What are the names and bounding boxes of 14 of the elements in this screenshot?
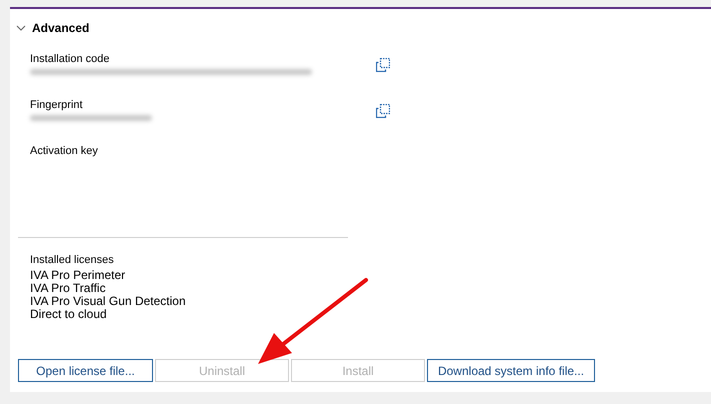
license-item: IVA Pro Traffic (30, 282, 106, 295)
section-title[interactable]: Advanced (32, 19, 90, 37)
license-item: IVA Pro Visual Gun Detection (30, 295, 186, 308)
action-button[interactable]: Download system info file... (427, 359, 595, 382)
license-item: IVA Pro Perimeter (30, 269, 126, 282)
field-label: Activation key (30, 145, 98, 158)
field-label: Fingerprint (30, 99, 83, 112)
action-button[interactable]: Open license file... (18, 359, 153, 382)
license-item: Direct to cloud (30, 308, 107, 321)
field-label: Installation code (30, 53, 110, 66)
copy-icon[interactable] (376, 58, 390, 72)
licenses-label: Installed licenses (30, 254, 114, 267)
copy-icon[interactable] (376, 104, 390, 118)
chevron-icon[interactable] (16, 25, 26, 31)
